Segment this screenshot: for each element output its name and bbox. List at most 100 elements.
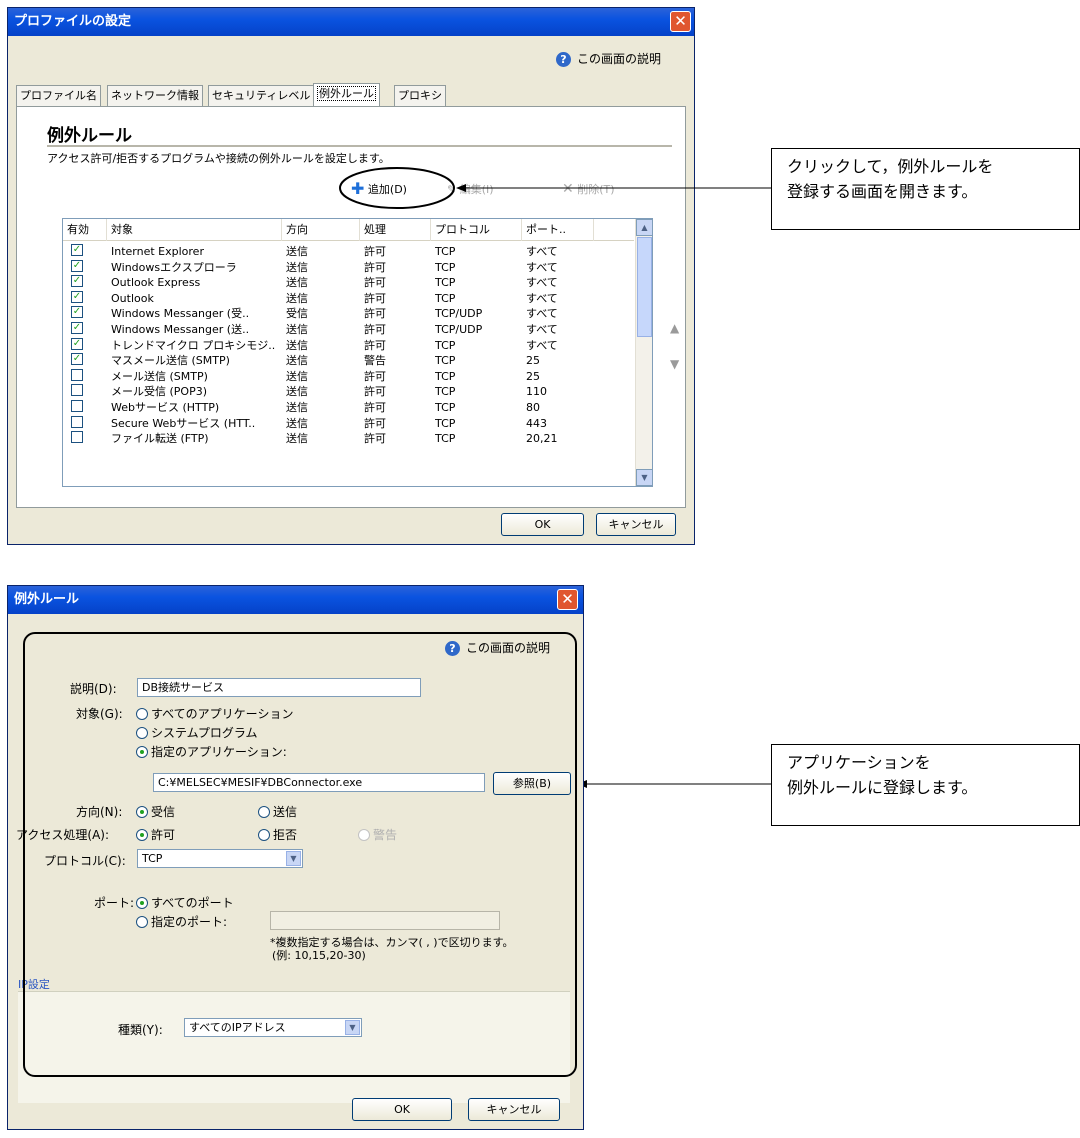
- ok-button[interactable]: OK: [352, 1098, 452, 1121]
- cell-port: すべて: [526, 245, 558, 258]
- profile-settings-dialog: プロファイルの設定 ✕ ? この画面の説明 プロファイル名 ネットワーク情報 セキ…: [7, 7, 695, 545]
- cell-protocol: TCP: [435, 416, 456, 430]
- chevron-down-icon[interactable]: ▼: [286, 851, 301, 866]
- exception-rules-list[interactable]: 有効 対象 方向 処理 プロトコル ポート.. ✓ Internet Explor…: [62, 218, 653, 487]
- column-header-direction[interactable]: 方向: [282, 219, 360, 241]
- cell-target: Secure Webサービス (HTT..: [111, 416, 256, 430]
- cell-protocol: TCP/UDP: [435, 323, 483, 336]
- column-header-protocol[interactable]: プロトコル: [431, 219, 522, 241]
- close-button[interactable]: ✕: [670, 11, 691, 32]
- move-down-icon[interactable]: ▼: [670, 357, 679, 371]
- help-link[interactable]: ? この画面の説明: [556, 50, 661, 67]
- tab-security-level[interactable]: セキュリティレベル: [208, 85, 315, 107]
- help-link[interactable]: ? この画面の説明: [445, 639, 550, 656]
- scroll-down-icon[interactable]: ▼: [636, 469, 652, 486]
- column-header-target[interactable]: 対象: [107, 219, 282, 241]
- radio-icon: [258, 806, 270, 818]
- port-all-radio[interactable]: すべてのポート: [136, 894, 234, 911]
- checkbox-icon[interactable]: [71, 384, 83, 397]
- scroll-up-icon[interactable]: ▲: [636, 219, 652, 236]
- table-row[interactable]: ✓ Internet Explorer 送信 許可 TCP すべて: [63, 244, 634, 260]
- port-specific-radio[interactable]: 指定のポート:: [136, 913, 227, 930]
- cell-protocol: TCP: [435, 385, 456, 399]
- column-header-enabled[interactable]: 有効: [63, 219, 107, 241]
- table-row[interactable]: Webサービス (HTTP) 送信 許可 TCP 80: [63, 400, 634, 416]
- cell-direction: 送信: [286, 369, 308, 383]
- checkbox-checked-icon[interactable]: ✓: [71, 290, 83, 303]
- browse-button[interactable]: 参照(B): [493, 772, 571, 795]
- cell-target: Windowsエクスプローラ: [111, 260, 237, 274]
- target-option-all[interactable]: すべてのアプリケーション: [136, 705, 293, 722]
- cell-action: 許可: [364, 291, 386, 305]
- checkbox-checked-icon[interactable]: ✓: [71, 353, 83, 366]
- checkbox-icon[interactable]: [71, 415, 83, 428]
- scroll-thumb[interactable]: [637, 237, 652, 337]
- edit-button[interactable]: ✎ 編集(I): [447, 181, 494, 197]
- target-label: 対象(G):: [76, 707, 123, 721]
- table-row[interactable]: ✓ Windows Messanger (送.. 送信 許可 TCP/UDP すべて: [63, 322, 634, 338]
- port-label: ポート:: [94, 896, 135, 910]
- close-button[interactable]: ✕: [557, 589, 578, 610]
- application-path-field[interactable]: C:¥MELSEC¥MESIF¥DBConnector.exe: [153, 773, 485, 792]
- direction-receive-radio[interactable]: 受信: [136, 803, 175, 820]
- cancel-button[interactable]: キャンセル: [468, 1098, 560, 1121]
- table-row[interactable]: メール送信 (SMTP) 送信 許可 TCP 25: [63, 368, 634, 385]
- column-header-port[interactable]: ポート..: [522, 219, 594, 241]
- target-option-specified[interactable]: 指定のアプリケーション:: [136, 743, 287, 760]
- chevron-down-icon[interactable]: ▼: [345, 1020, 360, 1035]
- tab-profile-name[interactable]: プロファイル名: [16, 85, 101, 107]
- direction-send-radio[interactable]: 送信: [258, 803, 297, 820]
- table-row[interactable]: ✓ Outlook 送信 許可 TCP すべて: [63, 290, 634, 307]
- access-deny-radio[interactable]: 拒否: [258, 826, 297, 843]
- checkbox-checked-icon[interactable]: ✓: [71, 259, 83, 272]
- move-up-icon[interactable]: ▲: [670, 321, 679, 335]
- table-row[interactable]: ✓ トレンドマイクロ プロキシモジ.. 送信 許可 TCP すべて: [63, 337, 634, 354]
- table-row[interactable]: メール受信 (POP3) 送信 許可 TCP 110: [63, 384, 634, 400]
- dialog-title: 例外ルール: [8, 586, 583, 614]
- callout-line-1: アプリケーションを: [787, 753, 931, 772]
- cancel-button[interactable]: キャンセル: [596, 513, 676, 536]
- ok-button[interactable]: OK: [501, 513, 584, 536]
- checkbox-checked-icon[interactable]: ✓: [71, 322, 83, 334]
- table-row[interactable]: Secure Webサービス (HTT.. 送信 許可 TCP 443: [63, 415, 634, 432]
- checkbox-checked-icon[interactable]: ✓: [71, 244, 83, 256]
- cell-port: 110: [526, 385, 547, 399]
- table-row[interactable]: ✓ Outlook Express 送信 許可 TCP すべて: [63, 275, 634, 291]
- cell-port: 20,21: [526, 432, 558, 446]
- port-field[interactable]: [270, 911, 500, 930]
- tab-network-info[interactable]: ネットワーク情報: [107, 85, 203, 107]
- target-option-system[interactable]: システムプログラム: [136, 724, 258, 741]
- delete-button[interactable]: ✕ 削除(T): [562, 181, 615, 197]
- cell-direction: 送信: [286, 432, 308, 446]
- add-button[interactable]: ✚ 追加(D): [351, 179, 407, 198]
- checkbox-icon[interactable]: [71, 431, 83, 444]
- table-row[interactable]: ファイル転送 (FTP) 送信 許可 TCP 20,21: [63, 431, 634, 447]
- access-allow-radio[interactable]: 許可: [136, 826, 175, 843]
- table-row[interactable]: ✓ Windowsエクスプローラ 送信 許可 TCP すべて: [63, 259, 634, 276]
- help-icon: ?: [556, 52, 571, 67]
- cell-target: ファイル転送 (FTP): [111, 432, 209, 446]
- checkbox-checked-icon[interactable]: ✓: [71, 275, 83, 288]
- callout-line-2: 例外ルールに登録します。: [787, 778, 978, 797]
- table-row[interactable]: ✓ マスメール送信 (SMTP) 送信 警告 TCP 25: [63, 353, 634, 369]
- checkbox-checked-icon[interactable]: ✓: [71, 306, 83, 319]
- checkbox-icon[interactable]: [71, 400, 83, 412]
- description-field[interactable]: DB接続サービス: [137, 678, 421, 697]
- exception-rule-dialog: 例外ルール ✕ ? この画面の説明 説明(D): DB接続サービス 対象(G): …: [7, 585, 584, 1130]
- cell-direction: 送信: [286, 323, 308, 336]
- port-note: *複数指定する場合は、カンマ( , )で区切ります。: [270, 936, 514, 949]
- protocol-select[interactable]: TCP ▼: [137, 849, 303, 868]
- list-scrollbar[interactable]: ▲ ▼: [635, 219, 652, 486]
- table-row[interactable]: ✓ Windows Messanger (受.. 受信 許可 TCP/UDP すべて: [63, 306, 634, 322]
- column-header-action[interactable]: 処理: [360, 219, 431, 241]
- cell-port: すべて: [526, 260, 558, 274]
- checkbox-checked-icon[interactable]: ✓: [71, 337, 83, 350]
- cell-action: 警告: [364, 354, 386, 368]
- tab-proxy[interactable]: プロキシ: [394, 85, 446, 107]
- tab-exception-rules[interactable]: 例外ルール: [313, 83, 380, 107]
- cell-protocol: TCP/UDP: [435, 307, 483, 321]
- direction-label: 方向(N):: [76, 805, 123, 819]
- checkbox-icon[interactable]: [71, 368, 83, 381]
- ip-type-select[interactable]: すべてのIPアドレス ▼: [184, 1018, 362, 1037]
- delete-icon: ✕: [562, 181, 574, 197]
